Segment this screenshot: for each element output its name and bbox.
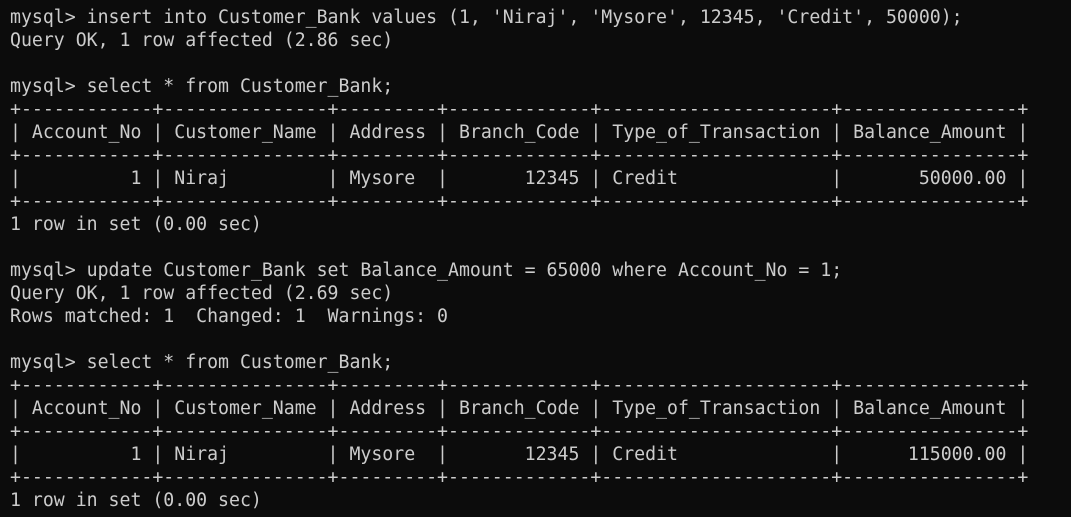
query-ok-line: Query OK, 1 row affected (2.69 sec): [10, 283, 394, 304]
table-border-bottom: +------------+---------------+---------+…: [10, 467, 1029, 488]
rows-matched-line: Rows matched: 1 Changed: 1 Warnings: 0: [10, 306, 448, 327]
row-count-line: 1 row in set (0.00 sec): [10, 214, 262, 235]
table-row: | 1 | Niraj | Mysore | 12345 | Credit | …: [10, 444, 1029, 465]
table-border-mid: +------------+---------------+---------+…: [10, 421, 1029, 442]
table-header-row: | Account_No | Customer_Name | Address |…: [10, 398, 1029, 419]
table-header-row: | Account_No | Customer_Name | Address |…: [10, 122, 1029, 143]
update-command-line: mysql> update Customer_Bank set Balance_…: [10, 260, 843, 281]
select-command-line: mysql> select * from Customer_Bank;: [10, 352, 394, 373]
table-row: | 1 | Niraj | Mysore | 12345 | Credit | …: [10, 168, 1029, 189]
select-command-line: mysql> select * from Customer_Bank;: [10, 76, 394, 97]
row-count-line: 1 row in set (0.00 sec): [10, 490, 262, 511]
insert-command-line: mysql> insert into Customer_Bank values …: [10, 7, 963, 28]
terminal-output[interactable]: mysql> insert into Customer_Bank values …: [10, 6, 1065, 511]
query-ok-line: Query OK, 1 row affected (2.86 sec): [10, 30, 394, 51]
table-border-top: +------------+---------------+---------+…: [10, 375, 1029, 396]
table-border-mid: +------------+---------------+---------+…: [10, 145, 1029, 166]
table-border-top: +------------+---------------+---------+…: [10, 99, 1029, 120]
table-border-bottom: +------------+---------------+---------+…: [10, 191, 1029, 212]
